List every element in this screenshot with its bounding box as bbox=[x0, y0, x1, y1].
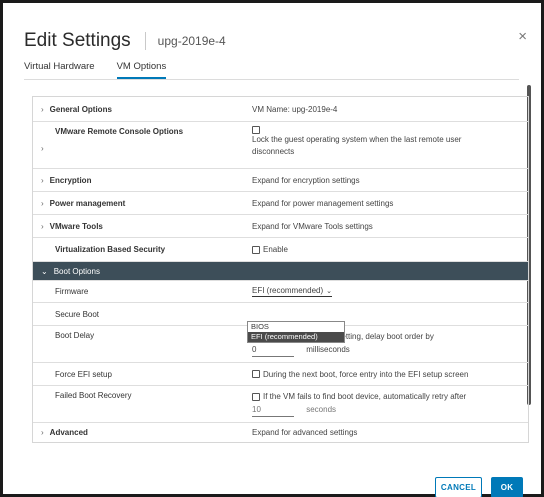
chevron-right-icon[interactable]: › bbox=[41, 428, 44, 437]
settings-table: › General Options VM Name: upg-2019e-4 VM… bbox=[32, 96, 529, 443]
dialog-title: Edit Settings bbox=[24, 30, 131, 51]
dialog-footer: CANCEL OK bbox=[435, 477, 523, 497]
vbs-label: Virtualization Based Security bbox=[55, 245, 166, 254]
row-vmware-tools[interactable]: › VMware Tools Expand for VMware Tools se… bbox=[33, 214, 528, 237]
general-options-value: VM Name: upg-2019e-4 bbox=[252, 104, 338, 114]
row-encryption[interactable]: › Encryption Expand for encryption settin… bbox=[33, 168, 528, 191]
tabs-divider bbox=[24, 79, 519, 80]
row-power-management[interactable]: › Power management Expand for power manag… bbox=[33, 191, 528, 214]
encryption-label: Encryption bbox=[49, 175, 92, 185]
force-efi-label: Force EFI setup bbox=[55, 369, 112, 379]
vmrc-lock-text-1: Lock the guest operating system when the… bbox=[252, 135, 462, 144]
ok-button[interactable]: OK bbox=[491, 477, 523, 497]
row-firmware: Firmware EFI (recommended) ⌄ bbox=[33, 280, 528, 302]
failed-boot-text: If the VM fails to find boot device, aut… bbox=[263, 392, 467, 401]
chevron-down-icon: ⌄ bbox=[326, 287, 333, 295]
tab-bar: Virtual Hardware VM Options bbox=[24, 61, 167, 79]
tools-value: Expand for VMware Tools settings bbox=[252, 221, 373, 231]
boot-delay-input[interactable]: 0 bbox=[252, 343, 294, 357]
row-failed-boot: Failed Boot Recovery If the VM fails to … bbox=[33, 385, 528, 422]
tab-virtual-hardware[interactable]: Virtual Hardware bbox=[24, 61, 95, 79]
failed-boot-label: Failed Boot Recovery bbox=[55, 391, 132, 400]
secure-boot-label: Secure Boot bbox=[55, 309, 100, 319]
close-icon[interactable]: × bbox=[518, 28, 527, 45]
vmrc-lock-text-2: disconnects bbox=[252, 147, 295, 156]
failed-boot-unit: seconds bbox=[306, 405, 337, 414]
vmrc-options-label: VMware Remote Console Options bbox=[55, 127, 184, 136]
vmrc-lock-checkbox[interactable] bbox=[252, 126, 260, 134]
dialog-vm-name: upg-2019e-4 bbox=[157, 34, 226, 48]
force-efi-checkbox[interactable] bbox=[252, 370, 260, 378]
tools-label: VMware Tools bbox=[49, 221, 103, 231]
firmware-dropdown-menu: BIOS EFI (recommended) bbox=[247, 321, 345, 343]
force-efi-text: During the next boot, force entry into t… bbox=[263, 369, 469, 379]
firmware-selected-value: EFI (recommended) bbox=[252, 286, 324, 295]
row-advanced[interactable]: › Advanced Expand for advanced settings bbox=[33, 422, 528, 442]
tab-vm-options[interactable]: VM Options bbox=[116, 61, 167, 79]
row-general-options[interactable]: › General Options VM Name: upg-2019e-4 bbox=[33, 97, 528, 121]
boot-delay-label: Boot Delay bbox=[55, 331, 95, 340]
chevron-right-icon[interactable]: › bbox=[41, 222, 44, 231]
boot-options-label: Boot Options bbox=[53, 266, 100, 276]
power-value: Expand for power management settings bbox=[252, 198, 394, 208]
chevron-right-icon[interactable]: › bbox=[41, 199, 44, 208]
vbs-enable-text: Enable bbox=[263, 245, 288, 254]
chevron-right-icon[interactable]: › bbox=[41, 105, 44, 114]
firmware-option-bios[interactable]: BIOS bbox=[248, 322, 344, 332]
encryption-value: Expand for encryption settings bbox=[252, 175, 360, 185]
advanced-value: Expand for advanced settings bbox=[252, 428, 358, 437]
chevron-right-icon[interactable]: › bbox=[41, 176, 44, 185]
title-divider bbox=[144, 32, 146, 50]
row-boot-options-header[interactable]: ⌄ Boot Options bbox=[33, 261, 528, 280]
failed-boot-input[interactable]: 10 bbox=[252, 403, 294, 417]
chevron-right-icon[interactable]: › bbox=[41, 144, 44, 153]
cancel-button[interactable]: CANCEL bbox=[435, 477, 482, 497]
dialog-header: Edit Settings upg-2019e-4 bbox=[24, 29, 226, 53]
power-label: Power management bbox=[49, 198, 126, 208]
failed-boot-checkbox[interactable] bbox=[252, 392, 260, 401]
boot-delay-unit: milliseconds bbox=[306, 345, 350, 354]
advanced-label: Advanced bbox=[49, 428, 88, 437]
chevron-down-icon[interactable]: ⌄ bbox=[41, 267, 48, 276]
vbs-checkbox[interactable] bbox=[252, 245, 260, 254]
firmware-label: Firmware bbox=[55, 287, 89, 296]
dialog-frame: Edit Settings upg-2019e-4 × Virtual Hard… bbox=[0, 0, 544, 497]
row-vmrc-options[interactable]: VMware Remote Console Options › Lock the… bbox=[33, 121, 528, 168]
firmware-select[interactable]: EFI (recommended) ⌄ bbox=[252, 286, 333, 297]
row-force-efi: Force EFI setup During the next boot, fo… bbox=[33, 362, 528, 385]
row-vbs: Virtualization Based Security Enable bbox=[33, 237, 528, 261]
general-options-label: General Options bbox=[49, 104, 112, 114]
firmware-option-efi[interactable]: EFI (recommended) bbox=[248, 332, 344, 342]
